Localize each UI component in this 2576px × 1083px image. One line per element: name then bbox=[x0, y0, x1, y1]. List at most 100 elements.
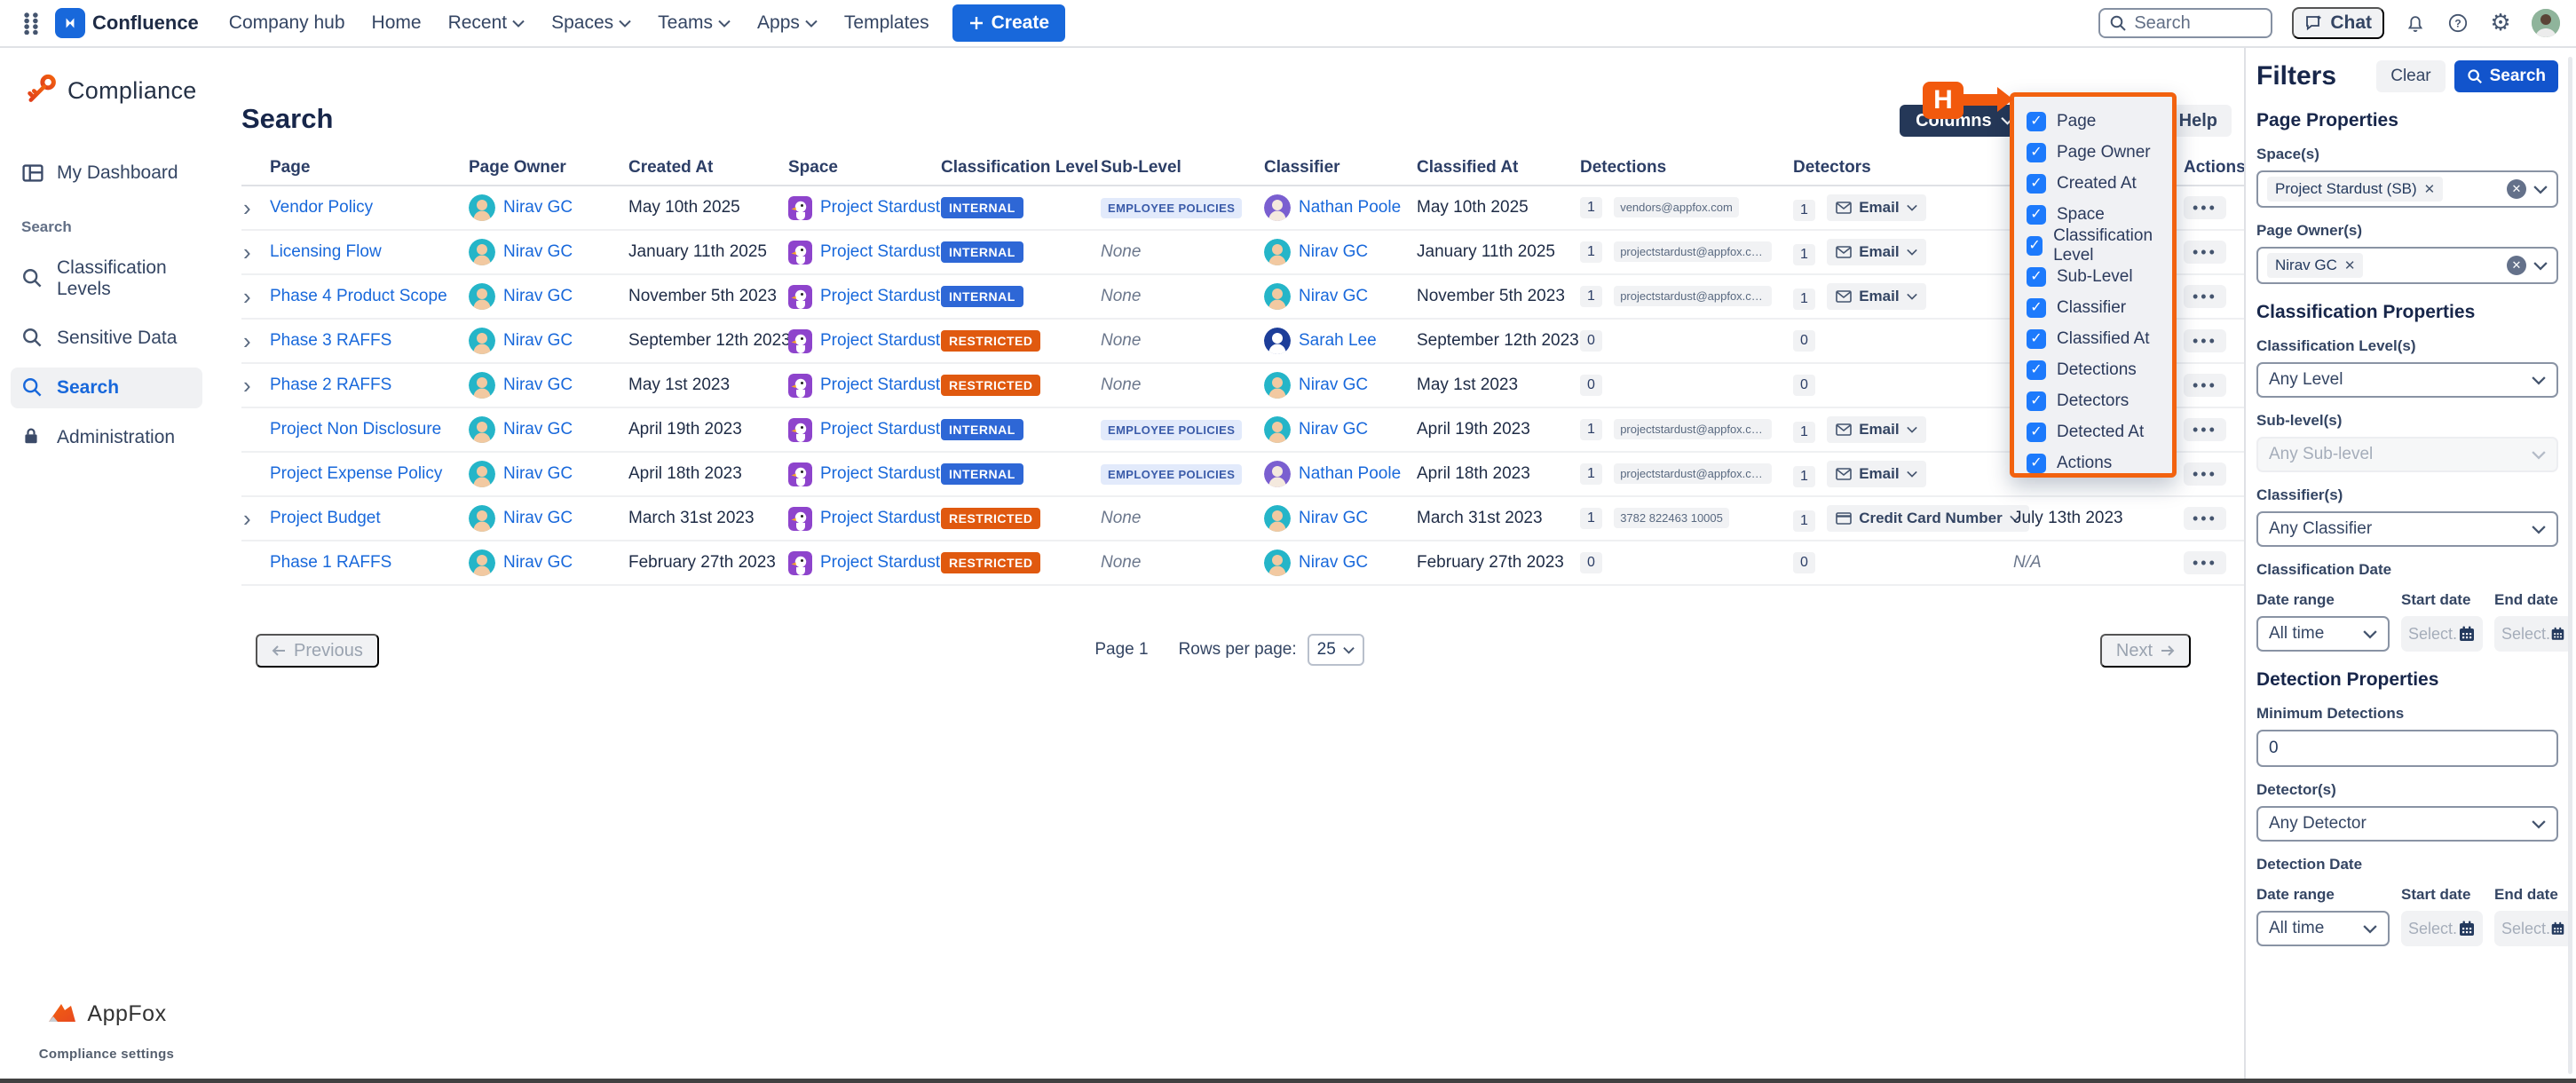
columns-menu-item[interactable]: ✓ Detections bbox=[2027, 354, 2172, 385]
sidebar-item-classification-levels[interactable]: Classification Levels bbox=[11, 249, 202, 309]
col-header-detectors[interactable]: Detectors bbox=[1793, 158, 2013, 178]
classifier-link[interactable]: Nirav GC bbox=[1299, 242, 1368, 262]
columns-menu-item[interactable]: ✓ Created At bbox=[2027, 168, 2172, 199]
owner-link[interactable]: Nirav GC bbox=[503, 331, 573, 351]
notifications-bell-icon[interactable] bbox=[2404, 12, 2427, 35]
owner-link[interactable]: Nirav GC bbox=[503, 553, 573, 573]
rows-per-page-select[interactable]: 25 bbox=[1308, 634, 1364, 666]
col-header-space[interactable]: Space bbox=[788, 158, 941, 178]
spaces-multiselect[interactable]: Project Stardust (SB) ✕ ✕ bbox=[2256, 170, 2558, 208]
columns-menu-item[interactable]: ✓ Page bbox=[2027, 106, 2172, 137]
expand-row-icon[interactable]: › bbox=[241, 329, 270, 352]
row-actions-button[interactable]: ••• bbox=[2184, 196, 2226, 219]
clear-filters-button[interactable]: Clear bbox=[2376, 60, 2445, 92]
checkbox-checked-icon[interactable]: ✓ bbox=[2027, 205, 2046, 225]
create-button[interactable]: Create bbox=[952, 4, 1065, 42]
nav-item-apps[interactable]: Apps bbox=[757, 12, 818, 34]
checkbox-checked-icon[interactable]: ✓ bbox=[2027, 298, 2046, 318]
classification-date-range-select[interactable]: All time bbox=[2256, 616, 2390, 652]
checkbox-checked-icon[interactable]: ✓ bbox=[2027, 329, 2046, 349]
expand-row-icon[interactable]: › bbox=[241, 374, 270, 397]
owner-link[interactable]: Nirav GC bbox=[503, 198, 573, 217]
row-actions-button[interactable]: ••• bbox=[2184, 329, 2226, 352]
space-link[interactable]: Project Stardust bbox=[820, 553, 940, 573]
classifier-link[interactable]: Nirav GC bbox=[1299, 420, 1368, 439]
apply-search-button[interactable]: Search bbox=[2454, 60, 2558, 92]
nav-item-home[interactable]: Home bbox=[372, 12, 422, 34]
clear-field-icon[interactable]: ✕ bbox=[2507, 256, 2526, 275]
checkbox-checked-icon[interactable]: ✓ bbox=[2027, 423, 2046, 442]
next-page-button[interactable]: Next bbox=[2100, 634, 2191, 668]
nav-item-teams[interactable]: Teams bbox=[658, 12, 731, 34]
sidebar-item-sensitive-data[interactable]: Sensitive Data bbox=[11, 318, 202, 359]
columns-menu-item[interactable]: ✓ Actions bbox=[2027, 447, 2172, 478]
columns-menu-item[interactable]: ✓ Classified At bbox=[2027, 323, 2172, 354]
columns-menu-item[interactable]: ✓ Detected At bbox=[2027, 416, 2172, 447]
columns-menu-item[interactable]: ✓ Classification Level bbox=[2027, 230, 2172, 261]
owner-link[interactable]: Nirav GC bbox=[503, 242, 573, 262]
page-link[interactable]: Phase 2 RAFFS bbox=[270, 375, 391, 394]
nav-item-templates[interactable]: Templates bbox=[844, 12, 929, 34]
col-header-detections[interactable]: Detections bbox=[1580, 158, 1793, 178]
space-link[interactable]: Project Stardust bbox=[820, 375, 940, 395]
filters-scrollbar[interactable] bbox=[2568, 57, 2572, 1074]
minimum-detections-input[interactable] bbox=[2256, 730, 2558, 767]
col-header-page-owner[interactable]: Page Owner bbox=[469, 158, 628, 178]
clear-field-icon[interactable]: ✕ bbox=[2507, 179, 2526, 199]
owner-link[interactable]: Nirav GC bbox=[503, 287, 573, 306]
detector-chip[interactable]: Email bbox=[1827, 194, 1925, 221]
space-link[interactable]: Project Stardust bbox=[820, 287, 940, 306]
classifier-link[interactable]: Nirav GC bbox=[1299, 509, 1368, 528]
checkbox-checked-icon[interactable]: ✓ bbox=[2027, 267, 2046, 287]
row-actions-button[interactable]: ••• bbox=[2184, 374, 2226, 397]
page-link[interactable]: Phase 4 Product Scope bbox=[270, 287, 447, 305]
expand-row-icon[interactable]: › bbox=[241, 285, 270, 308]
columns-menu-item[interactable]: ✓ Detectors bbox=[2027, 385, 2172, 416]
detector-chip[interactable]: Email bbox=[1827, 239, 1925, 265]
row-actions-button[interactable]: ••• bbox=[2184, 418, 2226, 441]
classifier-link[interactable]: Nirav GC bbox=[1299, 287, 1368, 306]
classifier-link[interactable]: Nathan Poole bbox=[1299, 198, 1401, 217]
checkbox-checked-icon[interactable]: ✓ bbox=[2027, 236, 2043, 256]
owner-link[interactable]: Nirav GC bbox=[503, 464, 573, 484]
settings-gear-icon[interactable]: ⚙ bbox=[2489, 12, 2512, 35]
page-link[interactable]: Project Expense Policy bbox=[270, 464, 442, 483]
row-actions-button[interactable]: ••• bbox=[2184, 285, 2226, 308]
detector-chip[interactable]: Email bbox=[1827, 416, 1925, 443]
detector-chip[interactable]: Email bbox=[1827, 461, 1925, 487]
page-owners-multiselect[interactable]: Nirav GC ✕ ✕ bbox=[2256, 247, 2558, 284]
columns-menu-item[interactable]: ✓ Page Owner bbox=[2027, 137, 2172, 168]
row-actions-button[interactable]: ••• bbox=[2184, 462, 2226, 486]
page-link[interactable]: Phase 1 RAFFS bbox=[270, 553, 391, 572]
global-search-input[interactable] bbox=[2098, 8, 2272, 38]
row-actions-button[interactable]: ••• bbox=[2184, 507, 2226, 530]
space-link[interactable]: Project Stardust bbox=[820, 242, 940, 262]
confluence-logo[interactable]: Confluence bbox=[55, 8, 199, 38]
page-link[interactable]: Licensing Flow bbox=[270, 242, 382, 261]
checkbox-checked-icon[interactable]: ✓ bbox=[2027, 360, 2046, 380]
sidebar-item-administration[interactable]: Administration bbox=[11, 417, 202, 458]
space-link[interactable]: Project Stardust bbox=[820, 420, 940, 439]
classifier-link[interactable]: Nirav GC bbox=[1299, 375, 1368, 395]
col-header-classification-level[interactable]: Classification Level bbox=[941, 158, 1101, 178]
checkbox-checked-icon[interactable]: ✓ bbox=[2027, 143, 2046, 162]
row-actions-button[interactable]: ••• bbox=[2184, 241, 2226, 264]
chevron-down-icon[interactable] bbox=[2533, 261, 2548, 271]
expand-row-icon[interactable]: › bbox=[241, 241, 270, 264]
detector-chip[interactable]: Credit Card Number bbox=[1827, 505, 2029, 532]
columns-menu-item[interactable]: ✓ Sub-Level bbox=[2027, 261, 2172, 292]
remove-chip-icon[interactable]: ✕ bbox=[2424, 181, 2436, 197]
classification-level-select[interactable]: Any Level bbox=[2256, 362, 2558, 398]
col-header-classifier[interactable]: Classifier bbox=[1264, 158, 1417, 178]
col-header-created-at[interactable]: Created At bbox=[628, 158, 788, 178]
columns-menu-item[interactable]: ✓ Classifier bbox=[2027, 292, 2172, 323]
detector-select[interactable]: Any Detector bbox=[2256, 806, 2558, 842]
classifier-link[interactable]: Nathan Poole bbox=[1299, 464, 1401, 484]
sidebar-item-my-dashboard[interactable]: My Dashboard bbox=[11, 153, 202, 194]
checkbox-checked-icon[interactable]: ✓ bbox=[2027, 391, 2046, 411]
space-link[interactable]: Project Stardust bbox=[820, 464, 940, 484]
chat-button[interactable]: Chat bbox=[2292, 7, 2384, 39]
sidebar-item-search[interactable]: Search bbox=[11, 368, 202, 408]
classifier-select[interactable]: Any Classifier bbox=[2256, 511, 2558, 547]
page-link[interactable]: Project Non Disclosure bbox=[270, 420, 441, 439]
